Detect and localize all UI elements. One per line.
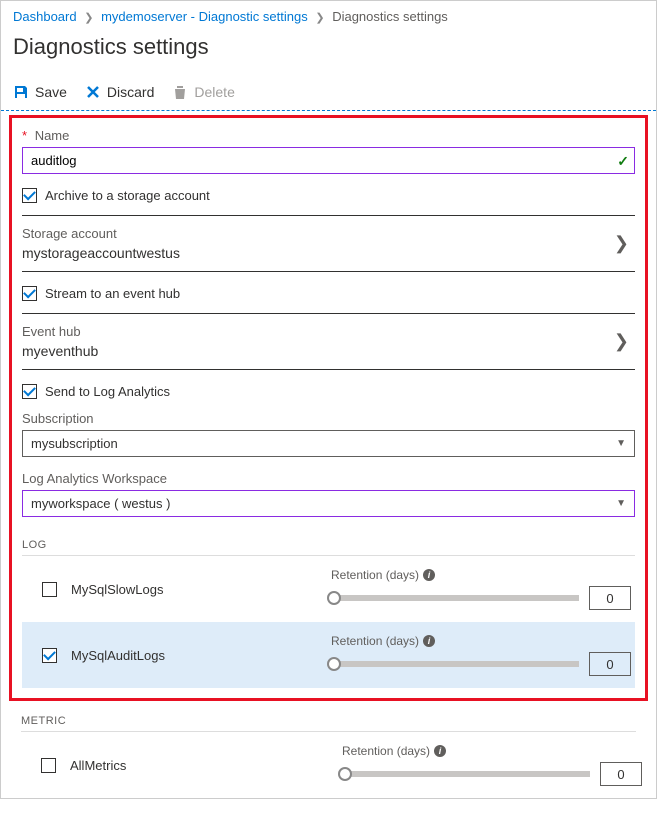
event-hub-row[interactable]: Event hub myeventhub ❯ (22, 313, 635, 370)
subscription-value: mysubscription (31, 436, 118, 451)
slider-thumb[interactable] (338, 767, 352, 781)
info-icon[interactable]: i (423, 635, 435, 647)
breadcrumb-current: Diagnostics settings (332, 9, 448, 24)
breadcrumb: Dashboard ❯ mydemoserver - Diagnostic se… (1, 1, 656, 28)
save-icon (13, 84, 29, 100)
auditlogs-retention-value[interactable]: 0 (589, 652, 631, 676)
delete-button: Delete (172, 84, 234, 100)
chevron-right-icon: ❯ (614, 233, 635, 254)
slider-thumb[interactable] (327, 657, 341, 671)
allmetrics-label: AllMetrics (70, 758, 126, 773)
save-label: Save (35, 84, 67, 100)
log-row-slowlogs: MySqlSlowLogs Retention (days) i 0 (22, 556, 635, 622)
subscription-select[interactable]: mysubscription ▼ (22, 430, 635, 457)
chevron-right-icon: ❯ (315, 12, 324, 24)
log-row-auditlogs: MySqlAuditLogs Retention (days) i 0 (22, 622, 635, 688)
retention-label: Retention (days) (331, 568, 419, 582)
slider-thumb[interactable] (327, 591, 341, 605)
breadcrumb-dashboard[interactable]: Dashboard (13, 9, 77, 24)
save-button[interactable]: Save (13, 84, 67, 100)
required-asterisk: * (22, 128, 27, 143)
page-title: Diagnostics settings (1, 28, 656, 74)
allmetrics-retention-value[interactable]: 0 (600, 762, 642, 786)
workspace-select[interactable]: myworkspace ( westus ) ▼ (22, 490, 635, 517)
chevron-down-icon: ▼ (616, 438, 626, 449)
slowlogs-checkbox[interactable] (42, 582, 57, 597)
allmetrics-checkbox[interactable] (41, 758, 56, 773)
valid-check-icon: ✓ (617, 153, 629, 170)
discard-label: Discard (107, 84, 154, 100)
slowlogs-retention-slider[interactable] (331, 595, 579, 601)
discard-button[interactable]: Discard (85, 84, 154, 100)
slowlogs-retention-value[interactable]: 0 (589, 586, 631, 610)
info-icon[interactable]: i (434, 745, 446, 757)
archive-label: Archive to a storage account (45, 188, 210, 203)
log-analytics-label: Send to Log Analytics (45, 384, 170, 399)
chevron-down-icon: ▼ (616, 498, 626, 509)
delete-label: Delete (194, 84, 234, 100)
storage-account-row[interactable]: Storage account mystorageaccountwestus ❯ (22, 215, 635, 272)
highlighted-form-area: * Name ✓ Archive to a storage account St… (9, 115, 648, 701)
metric-row-allmetrics: AllMetrics Retention (days) i 0 (1, 732, 656, 798)
chevron-right-icon: ❯ (84, 12, 93, 24)
auditlogs-checkbox[interactable] (42, 648, 57, 663)
delete-icon (172, 84, 188, 100)
info-icon[interactable]: i (423, 569, 435, 581)
stream-eventhub-checkbox[interactable] (22, 286, 37, 301)
workspace-value: myworkspace ( westus ) (31, 496, 170, 511)
retention-label: Retention (days) (342, 744, 430, 758)
log-analytics-checkbox[interactable] (22, 384, 37, 399)
storage-account-label: Storage account (22, 226, 180, 241)
name-label: Name (35, 128, 70, 143)
toolbar: Save Discard Delete (1, 74, 656, 111)
retention-label: Retention (days) (331, 634, 419, 648)
auditlogs-retention-slider[interactable] (331, 661, 579, 667)
log-section-header: LOG (22, 535, 635, 556)
archive-checkbox[interactable] (22, 188, 37, 203)
auditlogs-label: MySqlAuditLogs (71, 648, 165, 663)
slowlogs-label: MySqlSlowLogs (71, 582, 164, 597)
storage-account-value: mystorageaccountwestus (22, 245, 180, 261)
metric-section-header: METRIC (21, 711, 636, 732)
chevron-right-icon: ❯ (614, 331, 635, 352)
stream-eventhub-label: Stream to an event hub (45, 286, 180, 301)
workspace-label: Log Analytics Workspace (22, 471, 635, 486)
discard-icon (85, 84, 101, 100)
name-input[interactable] (22, 147, 635, 174)
event-hub-value: myeventhub (22, 343, 98, 359)
breadcrumb-parent[interactable]: mydemoserver - Diagnostic settings (101, 9, 308, 24)
subscription-label: Subscription (22, 411, 635, 426)
event-hub-label: Event hub (22, 324, 98, 339)
allmetrics-retention-slider[interactable] (342, 771, 590, 777)
